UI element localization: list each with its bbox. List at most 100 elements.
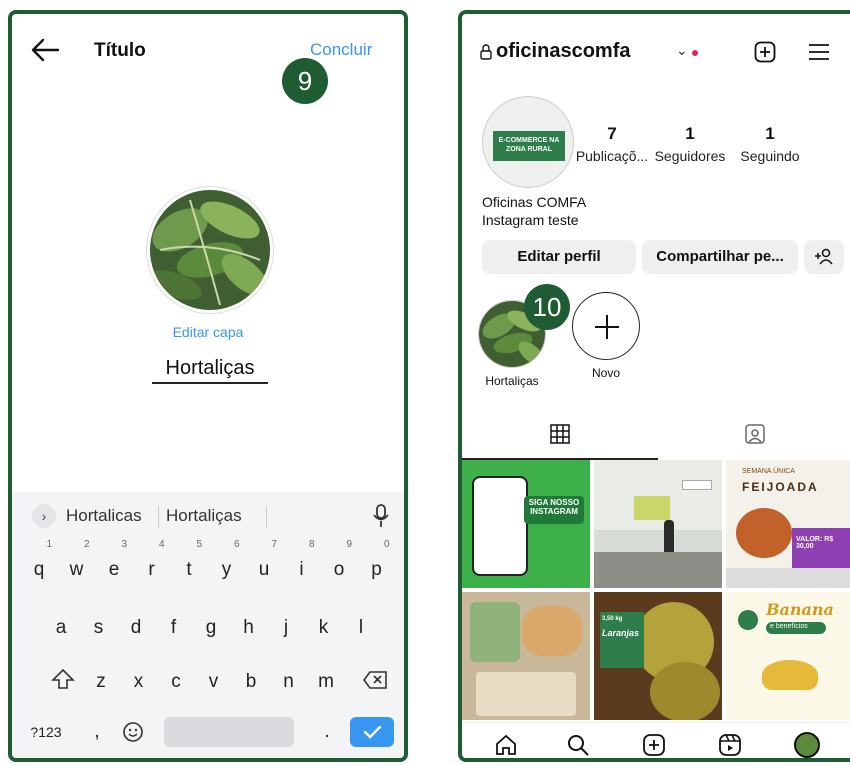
post-subtitle: SEMANA ÚNICA xyxy=(742,468,795,475)
key-label: c xyxy=(171,671,181,692)
key-hint: 0 xyxy=(383,539,390,550)
key-hint: 1 xyxy=(46,539,52,550)
onscreen-keyboard: › Hortalicas Hortaliças q1w2e3r4t5y6u7i8… xyxy=(12,492,404,758)
edit-highlight-header: Título Concluir xyxy=(12,14,404,84)
expand-chevron-icon[interactable]: › xyxy=(32,504,56,528)
reels-icon[interactable] xyxy=(718,733,742,757)
key-t[interactable]: t5 xyxy=(174,540,204,590)
create-post-icon[interactable] xyxy=(754,41,776,63)
key-e[interactable]: e3 xyxy=(99,540,129,590)
key-label: t xyxy=(186,559,192,580)
key-f[interactable]: f xyxy=(159,608,189,648)
key-h[interactable]: h xyxy=(234,608,264,648)
suggestion-bar: › Hortalicas Hortaliças xyxy=(12,492,404,540)
key-v[interactable]: v xyxy=(199,662,229,702)
share-profile-button[interactable]: Compartilhar pe... xyxy=(642,240,798,274)
key-l[interactable]: l xyxy=(346,608,376,648)
key-k[interactable]: k xyxy=(309,608,339,648)
suggestion-divider xyxy=(266,506,267,528)
discover-people-button[interactable] xyxy=(804,240,844,274)
stat-0[interactable]: 7 Publicaçõ... xyxy=(576,124,648,164)
profile-avatar[interactable]: E-COMMERCE NA ZONA RURAL xyxy=(482,96,574,188)
key-i[interactable]: i8 xyxy=(287,540,317,590)
cover-image xyxy=(150,190,270,310)
key-u[interactable]: u7 xyxy=(249,540,279,590)
edit-profile-button[interactable]: Editar perfil xyxy=(482,240,636,274)
post-thumbnail[interactable] xyxy=(594,460,722,588)
home-icon[interactable] xyxy=(494,733,518,757)
key-j[interactable]: j xyxy=(271,608,301,648)
key-label: n xyxy=(283,671,294,692)
key-p[interactable]: p0 xyxy=(362,540,392,590)
highlight-cover[interactable] xyxy=(146,186,274,314)
key-g[interactable]: g xyxy=(196,608,226,648)
right-phone-screen: oficinascomfa ⌄ E-COMMERCE NA ZONA RURAL… xyxy=(458,10,850,762)
space-key[interactable] xyxy=(164,717,294,747)
posts-grid: SIGA NOSSO INSTAGRAM SEMANA ÚNICA FEIJOA… xyxy=(462,460,850,722)
key-a[interactable]: a xyxy=(46,608,76,648)
key-label: u xyxy=(258,559,270,580)
stat-1[interactable]: 1 Seguidores xyxy=(655,124,726,164)
enter-key[interactable] xyxy=(350,717,394,747)
key-hint: 3 xyxy=(121,539,127,550)
post-thumbnail[interactable]: SIGA NOSSO INSTAGRAM xyxy=(462,460,590,588)
key-r[interactable]: r4 xyxy=(137,540,167,590)
key-b[interactable]: b xyxy=(236,662,266,702)
key-y[interactable]: y6 xyxy=(212,540,242,590)
post-thumbnail[interactable]: SEMANA ÚNICA FEIJOADA VALOR: R$ 30,00 xyxy=(726,460,850,588)
post-label: Laranjas xyxy=(602,628,640,638)
key-label: i xyxy=(299,559,304,580)
key-label: z xyxy=(96,671,106,692)
key-m[interactable]: m xyxy=(311,662,341,702)
period-key[interactable]: . xyxy=(312,712,342,752)
suggestion-1[interactable]: Hortalicas xyxy=(66,506,142,526)
key-z[interactable]: z xyxy=(86,662,116,702)
key-d[interactable]: d xyxy=(121,608,151,648)
key-o[interactable]: o9 xyxy=(324,540,354,590)
chevron-down-icon[interactable]: ⌄ xyxy=(676,42,688,59)
back-arrow-icon[interactable] xyxy=(30,36,60,64)
key-w[interactable]: w2 xyxy=(62,540,92,590)
highlight-name-input[interactable]: Hortaliças xyxy=(152,357,268,384)
stat-count: 7 xyxy=(607,124,617,143)
new-highlight[interactable]: Novo xyxy=(572,292,640,380)
key-c[interactable]: c xyxy=(161,662,191,702)
stat-count: 1 xyxy=(685,124,695,143)
comma-key[interactable]: , xyxy=(82,712,112,752)
bottom-navigation xyxy=(462,722,850,758)
post-thumbnail[interactable]: Banana e benefícios xyxy=(726,592,850,720)
key-label: e xyxy=(108,559,120,580)
key-label: a xyxy=(55,617,67,638)
shift-icon[interactable] xyxy=(50,666,76,692)
create-icon[interactable] xyxy=(642,733,666,757)
tagged-tab-icon[interactable] xyxy=(744,423,766,445)
post-thumbnail[interactable]: 3,50 kg Laranjas xyxy=(594,592,722,720)
key-hint: 8 xyxy=(308,539,315,550)
post-thumbnail[interactable] xyxy=(462,592,590,720)
key-label: q xyxy=(33,559,45,580)
key-label: o xyxy=(333,559,345,580)
add-person-icon xyxy=(815,248,833,265)
microphone-icon[interactable] xyxy=(372,504,390,528)
done-button[interactable]: Concluir xyxy=(310,40,372,60)
edit-cover-link[interactable]: Editar capa xyxy=(12,324,404,340)
profile-avatar-icon[interactable] xyxy=(794,732,820,758)
emoji-icon[interactable] xyxy=(122,721,144,743)
step-badge: 9 xyxy=(282,58,328,104)
stat-2[interactable]: 1 Seguindo xyxy=(740,124,799,164)
stat-count: 1 xyxy=(765,124,775,143)
key-label: r xyxy=(148,559,155,580)
key-q[interactable]: q1 xyxy=(24,540,54,590)
suggestion-2[interactable]: Hortaliças xyxy=(166,506,242,526)
account-username[interactable]: oficinascomfa xyxy=(496,40,630,63)
backspace-icon[interactable] xyxy=(362,670,388,690)
symbols-key[interactable]: ?123 xyxy=(26,712,66,752)
hamburger-menu-icon[interactable] xyxy=(808,43,830,61)
display-name: Oficinas COMFA xyxy=(482,194,587,210)
key-s[interactable]: s xyxy=(84,608,114,648)
search-icon[interactable] xyxy=(566,733,590,757)
key-label: d xyxy=(130,617,142,638)
grid-tab-icon[interactable] xyxy=(550,424,570,444)
key-x[interactable]: x xyxy=(124,662,154,702)
key-n[interactable]: n xyxy=(274,662,304,702)
